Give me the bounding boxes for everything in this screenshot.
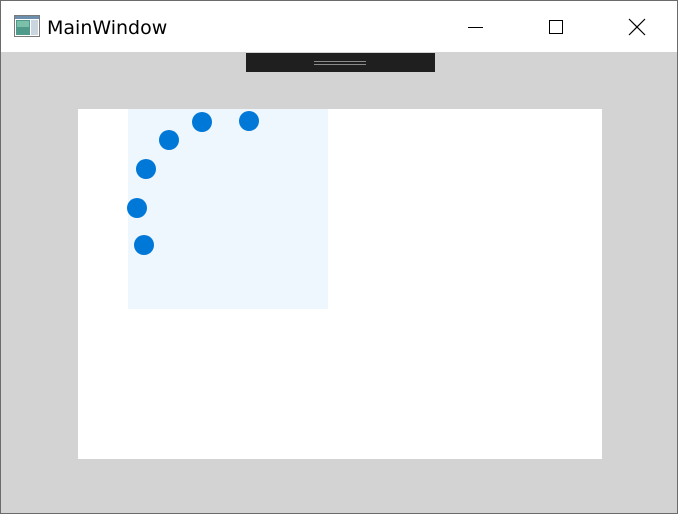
- spinner-dot: [127, 198, 147, 218]
- close-button[interactable]: [597, 1, 677, 52]
- spinner-dot: [134, 235, 154, 255]
- title-bar[interactable]: MainWindow: [1, 1, 677, 52]
- minimize-icon: [468, 26, 483, 28]
- spinner-dot: [192, 112, 212, 132]
- window-title: MainWindow: [47, 17, 168, 39]
- spinner-dot: [136, 159, 156, 179]
- maximize-button[interactable]: [516, 1, 596, 52]
- minimize-button[interactable]: [435, 1, 515, 52]
- drag-handle[interactable]: [246, 53, 435, 72]
- spinner-dot: [239, 111, 259, 131]
- window-app-icon: [14, 15, 40, 37]
- close-icon: [628, 18, 646, 35]
- grip-line: [314, 64, 366, 65]
- main-window: MainWindow: [0, 0, 678, 514]
- grip-line: [314, 61, 366, 62]
- content-canvas: [78, 109, 602, 459]
- spinner-panel: [127, 109, 328, 309]
- spinner-dot: [159, 130, 179, 150]
- maximize-icon: [549, 19, 563, 34]
